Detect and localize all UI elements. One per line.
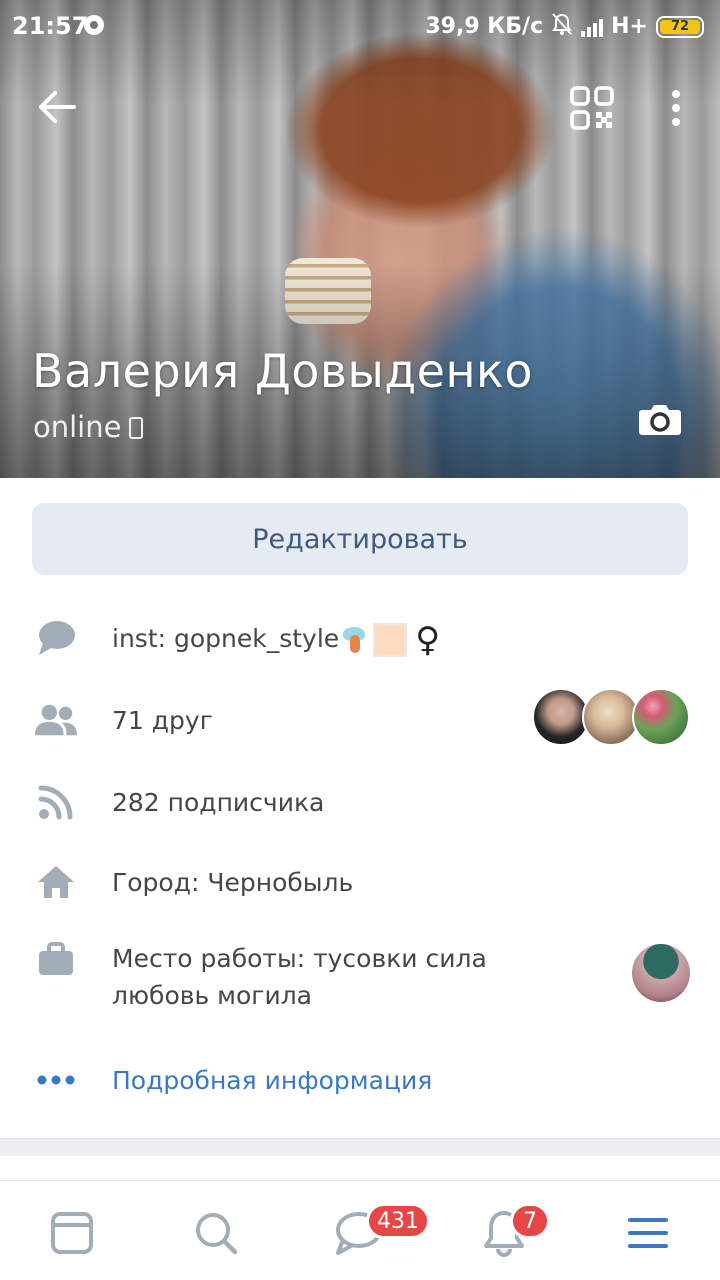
change-cover-button[interactable] <box>638 402 682 436</box>
notifications-badge: 7 <box>510 1203 550 1239</box>
details-link[interactable]: Подробная информация <box>112 1062 432 1099</box>
info-row-work[interactable]: Место работы: тусовки сила любовь могила <box>0 940 720 1016</box>
edit-profile-button[interactable]: Редактировать <box>32 503 688 575</box>
network-speed: 39,9 КБ/с <box>425 14 544 39</box>
friends-count: 71 друг <box>112 706 213 735</box>
fairy-emoji-icon <box>339 625 369 655</box>
signal-icon <box>581 17 604 37</box>
qr-code-button[interactable] <box>566 82 618 134</box>
mobile-phone-icon <box>129 417 144 439</box>
more-dot-icon <box>672 104 680 112</box>
status-bar: 21:57 39,9 КБ/с H+ 72 <box>0 0 720 52</box>
messages-badge: 431 <box>366 1203 430 1239</box>
nav-news-tab[interactable] <box>42 1203 102 1263</box>
friend-avatar <box>632 688 690 746</box>
battery-icon: 72 <box>656 15 704 38</box>
battery-level: 72 <box>660 19 700 34</box>
more-dot-icon <box>672 90 680 98</box>
search-icon <box>196 1213 238 1255</box>
info-row-about: inst: gopnek_style ♀ <box>0 618 720 662</box>
back-button[interactable] <box>30 84 84 130</box>
profile-name: Валерия Довыденко <box>32 344 533 398</box>
briefcase-icon <box>34 940 78 980</box>
info-row-city: Город: Чернобыль <box>0 862 720 906</box>
city-text: Город: Чернобыль <box>112 868 354 897</box>
work-text-line: любовь могила <box>112 981 312 1010</box>
nav-search-tab[interactable] <box>186 1203 246 1263</box>
cover-shade <box>0 0 720 478</box>
qr-code-icon <box>570 86 614 130</box>
work-community-avatar[interactable] <box>632 944 690 1002</box>
followers-count: 282 подписчика <box>112 788 325 817</box>
online-status-text: online <box>33 410 122 444</box>
more-options-button[interactable] <box>660 82 692 134</box>
info-row-followers[interactable]: 282 подписчика <box>0 782 720 826</box>
rss-feed-icon <box>34 782 78 822</box>
menu-icon <box>628 1218 668 1248</box>
friends-avatars[interactable] <box>532 688 692 750</box>
online-status: online <box>33 410 144 444</box>
sync-icon <box>84 15 104 35</box>
network-type: H+ <box>611 14 648 39</box>
about-status: inst: gopnek_style ♀ <box>112 620 440 659</box>
camera-icon <box>639 405 681 435</box>
nav-menu-tab[interactable] <box>618 1203 678 1263</box>
status-right-group: 39,9 КБ/с H+ 72 <box>425 12 704 41</box>
more-dot-icon <box>672 118 680 126</box>
section-divider <box>0 1138 720 1156</box>
comment-icon <box>34 618 78 658</box>
home-icon <box>34 862 78 902</box>
arrow-left-icon <box>39 91 76 123</box>
work-text-line: Место работы: тусовки сила <box>112 944 487 973</box>
about-text: inst: gopnek_style <box>112 624 340 653</box>
work-text: Место работы: тусовки сила любовь могила <box>112 940 487 1014</box>
friends-icon <box>34 700 78 740</box>
news-feed-icon <box>51 1212 93 1254</box>
female-sign-icon: ♀ <box>415 619 441 660</box>
info-row-details[interactable]: Подробная информация <box>0 1060 720 1104</box>
more-horizontal-icon <box>34 1060 78 1100</box>
profile-screen: 21:57 39,9 КБ/с H+ 72 Валерия Довыденко … <box>0 0 720 1280</box>
peach-square-emoji-icon <box>373 623 408 657</box>
bottom-navigation <box>0 1180 720 1280</box>
bell-off-icon <box>551 12 573 41</box>
profile-cover-photo[interactable] <box>0 0 720 478</box>
status-time: 21:57 <box>12 12 89 40</box>
